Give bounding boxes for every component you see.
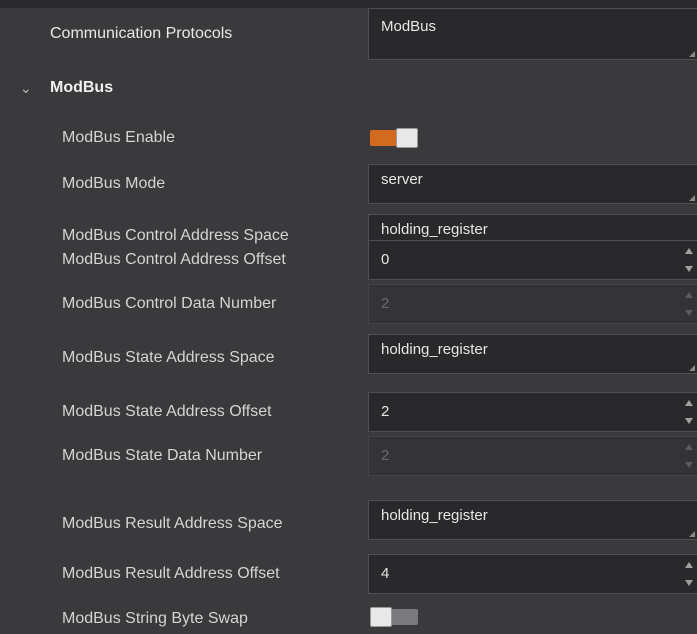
modbus-string-byte-swap-row: ModBus String Byte Swap xyxy=(0,604,697,634)
modbus-control-address-offset-input[interactable]: 0 xyxy=(368,240,697,280)
dropdown-corner-icon xyxy=(689,195,695,201)
modbus-result-address-offset-input[interactable]: 4 xyxy=(368,554,697,594)
modbus-string-byte-swap-toggle[interactable] xyxy=(370,607,420,627)
modbus-state-address-space-row: ModBus State Address Space holding_regis… xyxy=(0,334,697,376)
modbus-enable-row: ModBus Enable xyxy=(0,120,697,156)
modbus-state-address-offset-row: ModBus State Address Offset 2 xyxy=(0,390,697,434)
communication-protocols-label: Communication Protocols xyxy=(50,25,233,42)
modbus-mode-value: server xyxy=(381,171,423,188)
spin-up-icon[interactable] xyxy=(685,400,693,406)
spin-down-icon[interactable] xyxy=(685,266,693,272)
modbus-mode-row: ModBus Mode server xyxy=(0,164,697,204)
modbus-control-data-number-label: ModBus Control Data Number xyxy=(62,295,277,312)
modbus-state-address-offset-value: 2 xyxy=(381,403,390,420)
spin-down-icon[interactable] xyxy=(685,580,693,586)
modbus-section-header[interactable]: ⌄ ModBus xyxy=(0,70,697,106)
modbus-enable-label: ModBus Enable xyxy=(62,129,175,146)
modbus-control-data-number-value: 2 xyxy=(381,295,390,312)
dropdown-corner-icon xyxy=(689,51,695,57)
modbus-enable-toggle[interactable] xyxy=(370,128,420,148)
modbus-result-address-offset-row: ModBus Result Address Offset 4 xyxy=(0,552,697,596)
modbus-state-data-number-row: ModBus State Data Number 2 xyxy=(0,434,697,478)
modbus-state-address-space-value: holding_register xyxy=(381,341,488,358)
spin-up-icon[interactable] xyxy=(685,248,693,254)
chevron-down-icon[interactable]: ⌄ xyxy=(20,70,32,106)
spin-down-icon xyxy=(685,310,693,316)
modbus-result-address-offset-value: 4 xyxy=(381,565,390,582)
modbus-state-address-space-select[interactable]: holding_register xyxy=(368,334,697,374)
spin-down-icon[interactable] xyxy=(685,418,693,424)
modbus-control-data-number-row: ModBus Control Data Number 2 xyxy=(0,282,697,326)
top-edge xyxy=(0,0,697,8)
modbus-control-data-number-input: 2 xyxy=(368,284,697,324)
toggle-knob xyxy=(396,128,418,148)
modbus-result-address-space-label: ModBus Result Address Space xyxy=(62,515,283,532)
spin-up-icon xyxy=(685,444,693,450)
modbus-state-address-space-label: ModBus State Address Space xyxy=(62,349,275,366)
dropdown-corner-icon xyxy=(689,531,695,537)
modbus-state-data-number-value: 2 xyxy=(381,447,390,464)
modbus-state-data-number-input: 2 xyxy=(368,436,697,476)
spin-down-icon xyxy=(685,462,693,468)
modbus-mode-select[interactable]: server xyxy=(368,164,697,204)
section-title: ModBus xyxy=(50,79,114,96)
modbus-result-address-space-row: ModBus Result Address Space holding_regi… xyxy=(0,500,697,542)
modbus-result-address-space-select[interactable]: holding_register xyxy=(368,500,697,540)
communication-protocols-select[interactable]: ModBus xyxy=(368,8,697,60)
modbus-control-address-offset-label: ModBus Control Address Offset xyxy=(62,251,286,268)
communication-protocols-row: Communication Protocols ModBus xyxy=(0,8,697,60)
modbus-result-address-space-value: holding_register xyxy=(381,507,488,524)
modbus-state-data-number-label: ModBus State Data Number xyxy=(62,447,263,464)
toggle-knob xyxy=(370,607,392,627)
spin-up-icon xyxy=(685,292,693,298)
dropdown-corner-icon xyxy=(689,365,695,371)
modbus-mode-label: ModBus Mode xyxy=(62,175,166,192)
modbus-control-address-offset-value: 0 xyxy=(381,251,390,268)
modbus-result-address-offset-label: ModBus Result Address Offset xyxy=(62,565,280,582)
modbus-state-address-offset-label: ModBus State Address Offset xyxy=(62,403,272,420)
modbus-string-byte-swap-label: ModBus String Byte Swap xyxy=(62,610,248,627)
modbus-state-address-offset-input[interactable]: 2 xyxy=(368,392,697,432)
modbus-control-address-offset-row: ModBus Control Address Offset 0 xyxy=(0,238,697,282)
spin-up-icon[interactable] xyxy=(685,562,693,568)
communication-protocols-value: ModBus xyxy=(381,18,437,35)
